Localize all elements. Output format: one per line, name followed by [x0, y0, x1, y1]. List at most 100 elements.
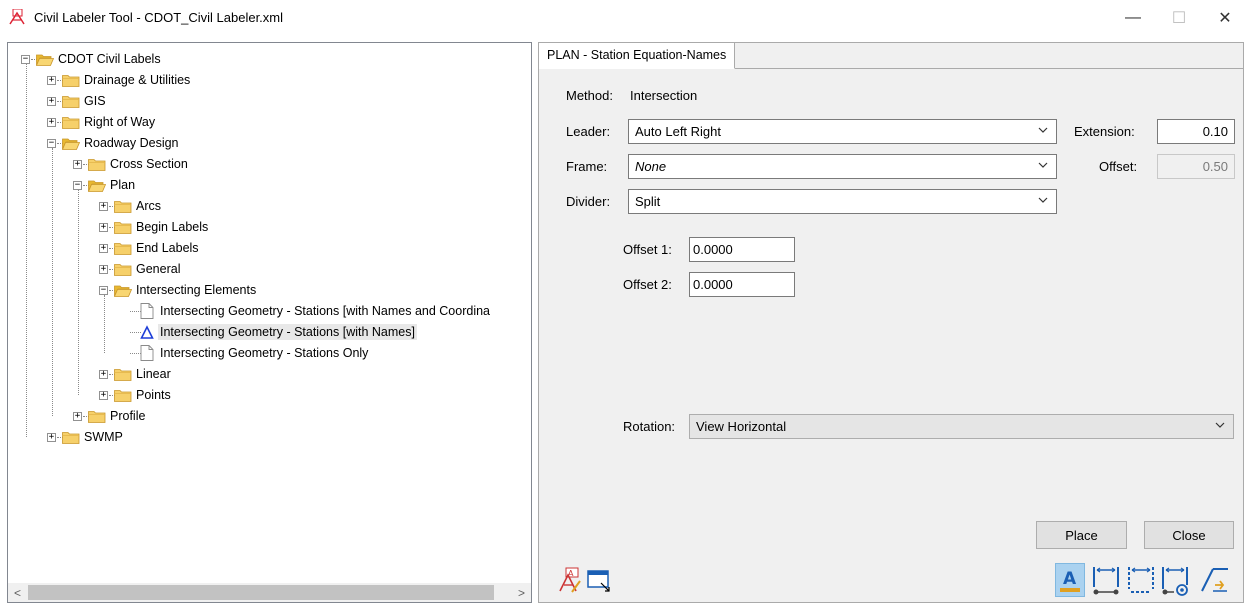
collapse-icon[interactable]: −: [73, 181, 82, 190]
divider-label: Divider:: [566, 194, 611, 209]
expand-icon[interactable]: +: [47, 76, 56, 85]
document-icon: [140, 303, 154, 319]
frame-dropdown[interactable]: None: [628, 154, 1057, 179]
tab-station-equation-names[interactable]: PLAN - Station Equation-Names: [539, 43, 736, 69]
folder-icon: [114, 243, 132, 255]
extension-field[interactable]: 0.10: [1157, 119, 1235, 144]
minimize-button[interactable]: —: [1110, 0, 1156, 36]
tree-item-label[interactable]: SWMP: [82, 429, 125, 445]
method-label: Method:: [566, 88, 613, 103]
leader-dropdown[interactable]: Auto Left Right: [628, 119, 1057, 144]
chevron-down-icon: [1215, 422, 1225, 428]
select-window-icon[interactable]: [587, 570, 613, 592]
extension-label: Extension:: [1074, 124, 1135, 139]
tree-item-label[interactable]: Arcs: [134, 198, 163, 214]
close-window-button[interactable]: ✕: [1202, 0, 1248, 36]
tree-item-label[interactable]: General: [134, 261, 182, 277]
tree-item-label[interactable]: Roadway Design: [82, 135, 181, 151]
tree-item-label[interactable]: Points: [134, 387, 173, 403]
dimension-attach-icon[interactable]: [1160, 563, 1190, 597]
text-tool-button[interactable]: A: [1055, 563, 1085, 597]
folder-icon: [62, 432, 80, 444]
tree-item-label[interactable]: Linear: [134, 366, 173, 382]
expand-icon[interactable]: +: [99, 244, 108, 253]
folder-icon: [114, 390, 132, 402]
document-icon: [140, 345, 154, 361]
rotation-label: Rotation:: [623, 419, 676, 434]
offset1-label: Offset 1:: [623, 242, 672, 257]
expand-icon[interactable]: +: [99, 391, 108, 400]
offset2-field[interactable]: 0.0000: [689, 272, 795, 297]
title-bar: Civil Labeler Tool - CDOT_Civil Labeler.…: [0, 0, 1249, 36]
tree-item-label[interactable]: Intersecting Elements: [134, 282, 258, 298]
folder-icon: [62, 75, 80, 87]
frame-label: Frame:: [566, 159, 608, 174]
rotation-dropdown[interactable]: View Horizontal: [689, 414, 1234, 439]
collapse-icon[interactable]: −: [99, 286, 108, 295]
expand-icon[interactable]: +: [47, 97, 56, 106]
offset2-label: Offset 2:: [623, 277, 672, 292]
tree-item-label[interactable]: Intersecting Geometry - Stations [with N…: [158, 324, 417, 340]
method-value: Intersection: [630, 88, 698, 103]
folder-icon: [88, 159, 106, 171]
expand-icon[interactable]: +: [47, 433, 56, 442]
dimension-dashed-icon[interactable]: [1126, 563, 1156, 597]
folder-open-icon: [88, 180, 106, 192]
tree-item-label[interactable]: GIS: [82, 93, 108, 109]
tree-item-label[interactable]: Right of Way: [82, 114, 157, 130]
label-tree: − CDOT Civil Labels + Drainage & Utilities +…: [8, 43, 531, 583]
tree-item-label[interactable]: Cross Section: [108, 156, 190, 172]
leader-label: Leader:: [566, 124, 611, 139]
close-icon: ✕: [1218, 10, 1232, 27]
scroll-left-arrow-icon[interactable]: <: [8, 583, 27, 602]
folder-icon: [62, 117, 80, 129]
collapse-icon[interactable]: −: [21, 55, 30, 64]
expand-icon[interactable]: +: [99, 370, 108, 379]
minimize-icon: —: [1125, 9, 1141, 26]
folder-open-icon: [114, 285, 132, 297]
folder-icon: [114, 369, 132, 381]
leader-tool-icon[interactable]: [1199, 563, 1231, 597]
tree-root-label[interactable]: CDOT Civil Labels: [56, 51, 163, 67]
selected-label-icon: [140, 325, 154, 339]
text-a-icon: A: [1060, 569, 1080, 592]
tree-item-label[interactable]: Plan: [108, 177, 137, 193]
folder-icon: [114, 222, 132, 234]
chevron-down-icon: [1038, 127, 1048, 133]
tree-item-label[interactable]: Profile: [108, 408, 147, 424]
divider-dropdown[interactable]: Split: [628, 189, 1057, 214]
close-button[interactable]: Close: [1144, 521, 1234, 549]
offset-field: 0.50: [1157, 154, 1235, 179]
expand-icon[interactable]: +: [47, 118, 56, 127]
chevron-down-icon: [1038, 197, 1048, 203]
civil-labeler-app-icon: [9, 9, 25, 25]
tree-item-label[interactable]: Intersecting Geometry - Stations [with N…: [158, 303, 492, 319]
svg-text:A: A: [1063, 569, 1077, 589]
frame-value: None: [635, 159, 667, 174]
maximize-button[interactable]: ☐: [1156, 0, 1202, 36]
tree-item-label[interactable]: Drainage & Utilities: [82, 72, 192, 88]
tree-item-label[interactable]: Intersecting Geometry - Stations Only: [158, 345, 370, 361]
tree-item-label[interactable]: End Labels: [134, 240, 201, 256]
tree-horizontal-scrollbar[interactable]: < >: [8, 583, 531, 602]
maximize-icon: ☐: [1171, 10, 1187, 27]
scrollbar-thumb[interactable]: [28, 585, 494, 600]
expand-icon[interactable]: +: [99, 223, 108, 232]
folder-open-icon: [62, 138, 80, 150]
folder-icon: [114, 201, 132, 213]
dimension-linear-icon[interactable]: [1091, 563, 1121, 597]
leader-value: Auto Left Right: [635, 124, 721, 139]
collapse-icon[interactable]: −: [47, 139, 56, 148]
expand-icon[interactable]: +: [73, 160, 82, 169]
offset1-field[interactable]: 0.0000: [689, 237, 795, 262]
tree-connector: [78, 190, 79, 395]
expand-icon[interactable]: +: [99, 202, 108, 211]
divider-value: Split: [635, 194, 661, 209]
expand-icon[interactable]: +: [73, 412, 82, 421]
expand-icon[interactable]: +: [99, 265, 108, 274]
label-tree-panel: − CDOT Civil Labels + Drainage & Utilities +…: [7, 42, 532, 603]
label-style-icon[interactable]: A: [558, 567, 582, 593]
place-button[interactable]: Place: [1036, 521, 1127, 549]
tree-item-label[interactable]: Begin Labels: [134, 219, 210, 235]
scroll-right-arrow-icon[interactable]: >: [512, 583, 531, 602]
